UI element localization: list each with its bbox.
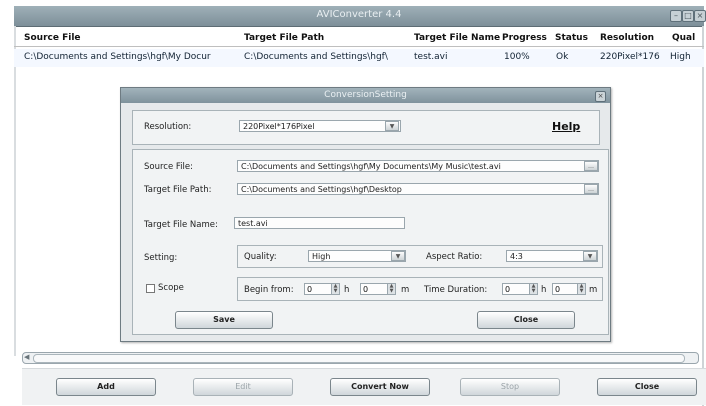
duration-hour-spin-icon[interactable]: ▲ ▼ [529,284,537,294]
col-source-file[interactable]: Source File [24,33,224,43]
resolution-label: Resolution: [144,122,192,132]
begin-hour-value: 0 [307,285,313,294]
scope-checkbox[interactable] [146,284,155,293]
convert-now-button[interactable]: Convert Now [330,378,430,396]
maximize-icon[interactable]: □ [682,10,694,22]
dialog-close-button[interactable]: Close [477,311,575,329]
begin-hour-stepper[interactable]: 0 ▲ ▼ [304,283,340,295]
target-name-field[interactable]: test.avi [234,217,405,229]
cell-quality: High [670,52,691,62]
scrollbar-thumb[interactable] [33,354,685,363]
col-target-name[interactable]: Target File Name [414,33,500,43]
resolution-select[interactable]: 220Pixel*176Pixel [239,120,401,132]
cell-target-path: C:\Documents and Settings\hgf\ [244,52,388,62]
stop-button[interactable]: Stop [460,378,560,396]
close-icon[interactable]: × [694,10,706,22]
cell-target-name: test.avi [414,52,448,62]
table-row[interactable]: C:\Documents and Settings\hgf\My Docur C… [14,49,704,67]
scope-group: Begin from: 0 ▲ ▼ h 0 ▲ ▼ m Time Duration:… [237,277,603,301]
duration-hour-unit: h [541,285,547,295]
begin-minute-stepper[interactable]: 0 ▲ ▼ [360,283,396,295]
begin-minute-spin-icon[interactable]: ▲ ▼ [387,284,395,294]
setting-group: Quality: High ▼ Aspect Ratio: 4:3 ▼ [237,245,603,268]
quality-label: Quality: [244,252,277,262]
settings-panel: Source File: C:\Documents and Settings\h… [132,149,609,335]
resolution-dropdown-icon[interactable]: ▼ [385,121,399,131]
table-header: Source File Target File Path Target File… [14,30,704,47]
dialog-title: ConversionSetting [324,90,407,100]
aspect-ratio-label: Aspect Ratio: [426,252,483,262]
conversion-setting-dialog: ConversionSetting × Resolution: 220Pixel… [120,87,611,342]
begin-minute-value: 0 [363,285,369,294]
dialog-close-icon[interactable]: × [595,91,606,102]
source-file-field[interactable]: C:\Documents and Settings\hgf\My Documen… [237,160,599,172]
duration-minute-spin-icon[interactable]: ▲ ▼ [577,284,585,294]
duration-minute-stepper[interactable]: 0 ▲ ▼ [552,283,586,295]
col-resolution[interactable]: Resolution [600,33,662,43]
window-title: AVIConverter 4.4 [316,9,402,20]
col-quality[interactable]: Qual [672,33,702,43]
target-path-field[interactable]: C:\Documents and Settings\hgf\Desktop [237,183,599,195]
target-browse-icon[interactable]: … [584,184,598,194]
add-button[interactable]: Add [56,378,156,396]
duration-minute-value: 0 [555,285,561,294]
cell-resolution: 220Pixel*176 [600,52,660,62]
begin-hour-unit: h [344,285,350,295]
begin-minute-unit: m [401,285,410,295]
scope-label: Scope [158,283,184,293]
window-right-border [702,26,704,406]
horizontal-scrollbar[interactable]: ◀ [22,352,699,364]
duration-hour-value: 0 [505,285,511,294]
scroll-left-icon[interactable]: ◀ [24,353,29,361]
time-duration-label: Time Duration: [424,285,488,295]
source-file-label: Source File: [144,162,193,172]
window-titlebar: AVIConverter 4.4 – □ × [14,6,706,27]
col-progress[interactable]: Progress [502,33,554,43]
target-path-label: Target File Path: [144,185,212,195]
target-name-label: Target File Name: [144,220,218,230]
edit-button[interactable]: Edit [193,378,293,396]
app-window: AVIConverter 4.4 – □ × Source File Targe… [0,0,706,406]
source-browse-icon[interactable]: … [584,161,598,171]
quality-dropdown-icon[interactable]: ▼ [391,251,405,261]
begin-hour-spin-icon[interactable]: ▲ ▼ [331,284,339,294]
col-status[interactable]: Status [555,33,593,43]
cell-source: C:\Documents and Settings\hgf\My Docur [24,52,211,62]
bottom-toolbar: Add Edit Convert Now Stop Close [22,368,706,405]
cell-progress: 100% [504,52,530,62]
setting-label: Setting: [144,253,178,263]
cell-status: Ok [556,52,569,62]
minimize-icon[interactable]: – [670,10,682,22]
begin-from-label: Begin from: [244,285,294,295]
close-button[interactable]: Close [597,378,697,396]
resolution-panel: Resolution: 220Pixel*176Pixel ▼ Help [132,110,600,145]
aspect-dropdown-icon[interactable]: ▼ [583,251,597,261]
window-left-border [14,26,16,356]
duration-minute-unit: m [589,285,598,295]
dialog-titlebar: ConversionSetting × [121,88,610,103]
col-target-path[interactable]: Target File Path [244,33,404,43]
help-link[interactable]: Help [552,120,580,133]
duration-hour-stepper[interactable]: 0 ▲ ▼ [502,283,538,295]
save-button[interactable]: Save [175,311,273,329]
